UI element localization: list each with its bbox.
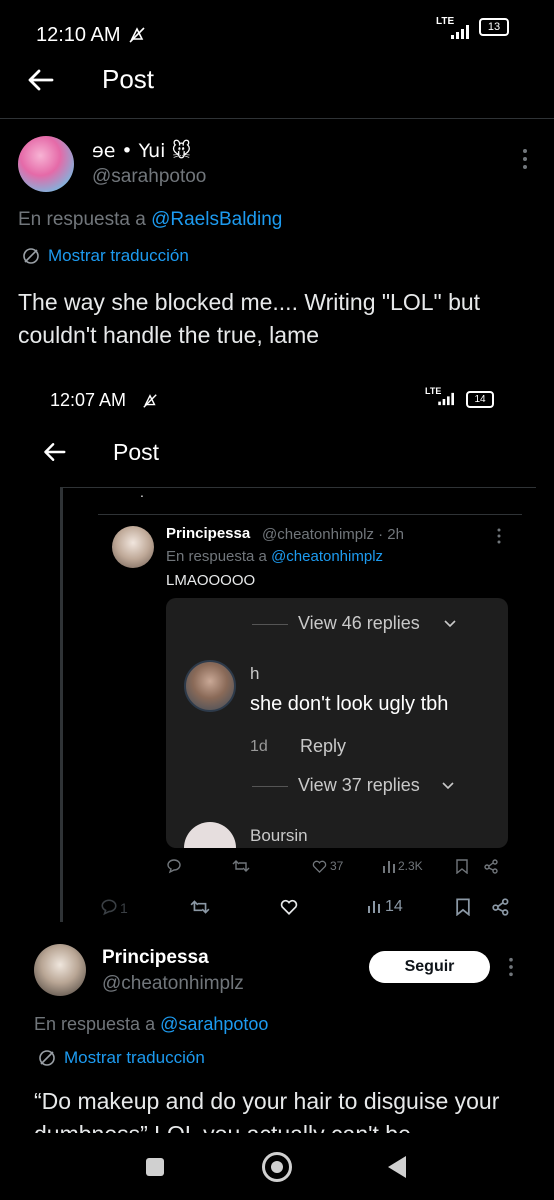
nested-text: LMAOOOOO — [166, 572, 256, 589]
outer-share-icon — [492, 898, 510, 916]
signal-icon — [450, 24, 472, 40]
chevron-down-icon — [444, 620, 456, 628]
comment-reply: Reply — [300, 736, 347, 756]
reply-avatar[interactable] — [34, 944, 86, 996]
status-bar: 12:10 AM LTE 13 — [0, 10, 554, 46]
reply-tweet-prefix: En respuesta a — [34, 1014, 156, 1034]
nested-bookmark-icon — [456, 859, 468, 874]
thread-line — [60, 487, 63, 922]
mute-icon — [128, 26, 146, 44]
nested-retweet-icon — [232, 859, 250, 873]
nested-reply-prefix: En respuesta a — [166, 548, 267, 565]
translate-link[interactable]: Mostrar traducción — [48, 246, 189, 266]
nested-reply-icon — [166, 858, 182, 874]
nested-reply-context: En respuesta a @cheatonhimplz — [166, 548, 383, 565]
reply-prefix: En respuesta a — [18, 209, 146, 230]
display-name[interactable]: ɘe • Yui 🐭 — [92, 140, 191, 162]
commenter-avatar — [184, 660, 236, 712]
chevron-down-icon-2 — [442, 782, 454, 790]
translate-icon — [22, 247, 40, 265]
next-commenter-name: Boursin — [250, 826, 308, 845]
nested-handle-time: @cheatonhimplz · 2h — [262, 526, 404, 543]
outer-bookmark-icon — [456, 898, 470, 916]
home-button[interactable] — [262, 1152, 292, 1182]
screenshot-back-arrow-icon — [42, 440, 66, 464]
system-nav-bar — [0, 1134, 554, 1200]
nested-reply-to: @cheatonhimplz — [271, 548, 384, 565]
nested-like-count: 37 — [330, 859, 344, 873]
outer-retweet-icon — [190, 899, 210, 915]
status-time: 12:10 AM — [36, 24, 121, 46]
home-button-dot — [271, 1161, 283, 1173]
reply-tweet-text: “Do makeup and do your hair to disguise … — [34, 1088, 500, 1133]
screenshot-signal-icon — [437, 392, 457, 406]
nested-views-icon — [382, 860, 396, 873]
next-commenter-avatar — [184, 822, 236, 848]
nested-more-icon — [497, 528, 501, 544]
outer-like-icon — [280, 899, 298, 915]
nested-views-count: 2.3K — [398, 859, 423, 873]
commenter-name: h — [250, 664, 260, 683]
screenshot-header-divider — [60, 487, 536, 488]
page-title: Post — [102, 64, 155, 94]
recents-button[interactable] — [146, 1158, 164, 1176]
reply-display-name[interactable]: Principessa — [102, 947, 209, 969]
reply-context: En respuesta a @RaelsBalding — [18, 209, 282, 231]
outer-reply-icon — [100, 898, 118, 916]
comment-text: she don't look ugly tbh — [250, 693, 449, 715]
tweet-text: The way she blocked me.... Writing "LOL"… — [18, 289, 481, 348]
avatar[interactable] — [18, 136, 74, 192]
embedded-comments-image: View 46 replies h she don't look ugly tb… — [166, 598, 508, 848]
attached-screenshot[interactable]: 12:07 AM LTE 14 Post . Principessa @chea… — [0, 372, 554, 937]
reply-tweet-to-link[interactable]: @sarahpotoo — [160, 1014, 268, 1034]
header-divider — [0, 118, 554, 119]
nested-like-icon — [312, 860, 327, 873]
outer-reply-count: 1 — [120, 900, 128, 916]
battery-icon: 13 — [479, 18, 509, 36]
battery-level: 13 — [487, 21, 501, 33]
more-options-icon[interactable] — [522, 148, 528, 170]
back-triangle-icon[interactable] — [386, 1154, 408, 1180]
follow-button[interactable]: Seguir — [369, 951, 490, 983]
reply-tweet-context: En respuesta a @sarahpotoo — [34, 1014, 268, 1035]
outer-views-count: 14 — [385, 898, 403, 915]
reply-text-container: “Do makeup and do your hair to disguise … — [34, 1085, 534, 1133]
thread-dot: . — [140, 484, 144, 500]
screenshot-mute-icon — [142, 393, 158, 409]
screenshot-battery: 14 — [466, 391, 494, 408]
back-arrow-icon[interactable] — [26, 66, 54, 94]
view-replies-1: View 46 replies — [298, 613, 420, 633]
comment-age: 1d — [250, 738, 268, 755]
reply-to-link[interactable]: @RaelsBalding — [151, 209, 282, 230]
view-line-1 — [252, 624, 288, 625]
reply-translate-icon — [38, 1049, 56, 1067]
screenshot-title: Post — [113, 439, 160, 465]
screenshot-status-time: 12:07 AM — [50, 390, 127, 410]
view-replies-2: View 37 replies — [298, 775, 420, 795]
nested-share-icon — [484, 859, 499, 874]
reply-translate-link[interactable]: Mostrar traducción — [64, 1048, 205, 1068]
user-handle[interactable]: @sarahpotoo — [92, 166, 206, 188]
outer-views-icon — [367, 899, 381, 914]
nested-divider — [98, 514, 522, 515]
nested-avatar — [112, 526, 154, 568]
view-line-2 — [252, 786, 288, 787]
screenshot-battery-level: 14 — [474, 394, 486, 405]
reply-handle[interactable]: @cheatonhimplz — [102, 973, 244, 995]
nested-name: Principessa — [166, 525, 251, 542]
reply-more-options-icon[interactable] — [508, 957, 514, 977]
